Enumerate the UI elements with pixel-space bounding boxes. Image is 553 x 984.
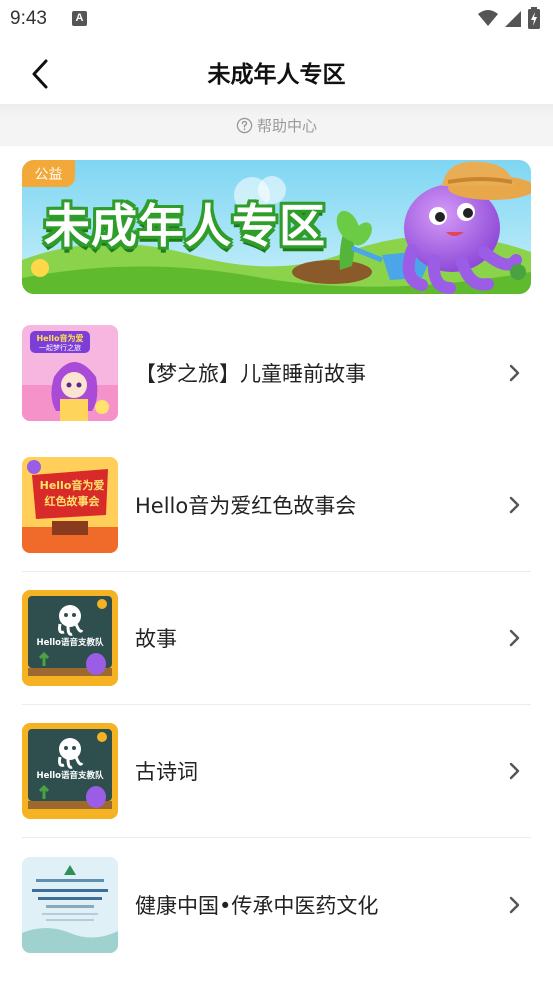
- svg-text:红色故事会: 红色故事会: [45, 494, 101, 508]
- list-item[interactable]: 健康中国•传承中医药文化: [22, 838, 531, 971]
- svg-text:Hello语音支教队: Hello语音支教队: [36, 637, 104, 648]
- item-title: 故事: [135, 627, 177, 651]
- public-welfare-tag: 公益: [22, 160, 75, 187]
- status-icons: [477, 6, 541, 30]
- list-item[interactable]: Hello语音支教队 古诗词: [22, 705, 531, 838]
- notification-icon: A: [72, 11, 87, 26]
- help-center-link[interactable]: 帮助中心: [0, 104, 553, 146]
- dream-journey-thumbnail: Hello音为爱 一起梦行之旅: [22, 324, 118, 421]
- chevron-right-icon: [509, 629, 520, 647]
- signal-icon: [505, 11, 521, 27]
- help-center-label: 帮助中心: [256, 116, 317, 135]
- chevron-right-icon: [509, 364, 520, 381]
- list-item[interactable]: Hello音为爱 一起梦行之旅 【梦之旅】儿童睡前故事: [22, 306, 531, 439]
- item-title: 健康中国•传承中医药文化: [135, 893, 379, 918]
- svg-text:Hello音为爱: Hello音为爱: [40, 478, 105, 492]
- chevron-right-icon: [509, 496, 520, 514]
- question-circle-icon: [236, 117, 253, 133]
- list-item[interactable]: Hello语音支教队 故事: [22, 572, 531, 705]
- minor-zone-banner[interactable]: 公益 未成年人专区: [22, 160, 531, 294]
- item-title: 古诗词: [135, 760, 198, 784]
- chevron-right-icon: [509, 896, 520, 913]
- story-thumbnail: Hello语音支教队: [22, 590, 118, 686]
- chevron-right-icon: [509, 762, 520, 780]
- navigation-bar: 未成年人专区: [0, 40, 553, 104]
- content-list: Hello音为爱 一起梦行之旅 【梦之旅】儿童睡前故事 Hello音为爱 红色故…: [22, 306, 531, 971]
- item-title: Hello音为爱红色故事会: [135, 494, 357, 518]
- item-title: 【梦之旅】儿童睡前故事: [135, 361, 366, 386]
- page-title: 未成年人专区: [207, 62, 346, 88]
- ancient-poetry-thumbnail: Hello语音支教队: [22, 723, 118, 819]
- svg-text:一起梦行之旅: 一起梦行之旅: [39, 343, 81, 352]
- wifi-icon: [478, 10, 498, 26]
- svg-text:Hello音为爱: Hello音为爱: [36, 333, 83, 343]
- status-bar: 9:43 A: [0, 0, 553, 40]
- status-time: 9:43: [10, 8, 47, 29]
- tcm-culture-thumbnail: [22, 856, 118, 953]
- battery-icon: [528, 7, 540, 29]
- svg-text:Hello语音支教队: Hello语音支教队: [36, 770, 104, 781]
- banner-title: 未成年人专区: [44, 199, 326, 253]
- list-item[interactable]: Hello音为爱 红色故事会 Hello音为爱红色故事会: [22, 439, 531, 572]
- red-story-thumbnail: Hello音为爱 红色故事会: [22, 457, 118, 553]
